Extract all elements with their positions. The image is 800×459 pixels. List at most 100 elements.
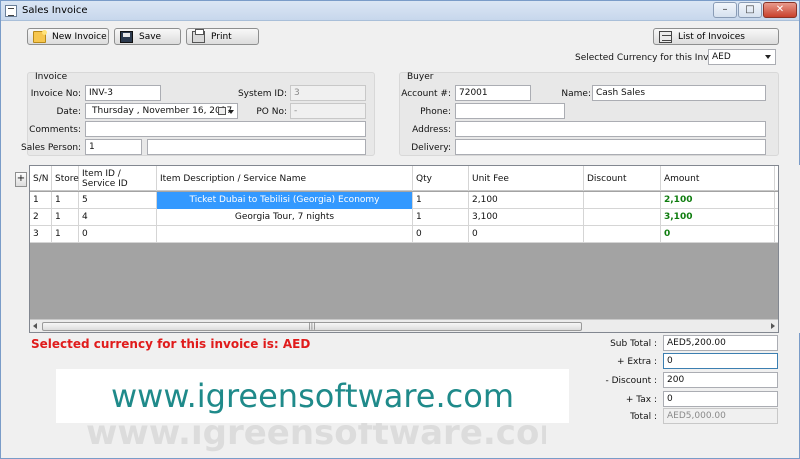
cell-amount: 0 <box>661 226 775 243</box>
currency-value: AED <box>712 52 731 62</box>
cell-item-id[interactable]: 5 <box>79 192 157 209</box>
cell-description[interactable] <box>157 226 413 243</box>
cell-sn[interactable]: 1 <box>30 192 52 209</box>
comments-label: Comments: <box>29 125 81 135</box>
cell-sn[interactable]: 3 <box>30 226 52 243</box>
cell-item-id[interactable]: 4 <box>79 209 157 226</box>
account-field[interactable]: 72001 <box>455 85 531 101</box>
chevron-down-icon <box>765 55 771 59</box>
column-header-unit-fee[interactable]: Unit Fee <box>469 166 584 191</box>
sales-invoice-window: Sales Invoice – □ ✕ New Invoice Save Pri… <box>0 0 800 459</box>
list-icon <box>659 30 672 43</box>
buyer-name-field[interactable]: Cash Sales <box>592 85 766 101</box>
horizontal-scrollbar[interactable]: ||| <box>30 319 778 332</box>
print-button[interactable]: Print <box>186 28 259 45</box>
grid-right-edge <box>781 165 800 333</box>
maximize-button[interactable]: □ <box>738 2 762 18</box>
watermark: www.igreensoftware.com <box>56 369 569 423</box>
invoice-no-field[interactable]: INV-3 <box>85 85 161 101</box>
items-grid[interactable]: S/N Store Item ID / Service ID Item Desc… <box>29 165 779 333</box>
scroll-left-icon[interactable] <box>33 323 37 329</box>
total-label: Total : <box>630 412 657 422</box>
cell-description[interactable]: Ticket Dubai to Tebilisi (Georgia) Econo… <box>157 192 413 209</box>
discount-label: - Discount : <box>605 376 657 386</box>
delivery-label: Delivery: <box>411 143 451 153</box>
cell-store[interactable]: 1 <box>52 209 79 226</box>
name-label: Name: <box>561 89 591 99</box>
add-row-button[interactable]: + <box>15 172 27 187</box>
currency-notice: Selected currency for this invoice is: A… <box>31 337 311 351</box>
cell-unit-fee[interactable]: 0 <box>469 226 584 243</box>
column-header-sn[interactable]: S/N <box>30 166 52 191</box>
cell-qty[interactable]: 1 <box>413 209 469 226</box>
window-title: Sales Invoice <box>22 5 88 16</box>
table-row[interactable]: 3 1 0 0 0 0 <box>30 226 778 243</box>
delivery-field[interactable] <box>455 139 766 155</box>
currency-label: Selected Currency for this Invoice: <box>575 53 731 63</box>
minimize-button[interactable]: – <box>713 2 737 18</box>
watermark-text: www.igreensoftware.com <box>111 377 514 415</box>
buyer-group-title: Buyer <box>407 72 434 82</box>
cell-description[interactable]: Georgia Tour, 7 nights <box>157 209 413 226</box>
tax-field[interactable]: 0 <box>663 391 778 407</box>
address-field[interactable] <box>455 121 766 137</box>
column-header-discount[interactable]: Discount <box>584 166 661 191</box>
sales-person-name-field[interactable] <box>147 139 366 155</box>
address-label: Address: <box>412 125 451 135</box>
discount-field[interactable]: 200 <box>663 372 778 388</box>
list-of-invoices-label: List of Invoices <box>678 31 745 42</box>
invoice-no-label: Invoice No: <box>30 89 81 99</box>
cell-unit-fee[interactable]: 3,100 <box>469 209 584 226</box>
system-id-field: 3 <box>290 85 366 101</box>
new-invoice-button[interactable]: New Invoice <box>27 28 109 45</box>
scrollbar-thumb[interactable]: ||| <box>42 322 582 331</box>
list-of-invoices-button[interactable]: List of Invoices <box>653 28 779 45</box>
close-button[interactable]: ✕ <box>763 2 797 18</box>
column-header-store[interactable]: Store <box>52 166 79 191</box>
scroll-right-icon[interactable] <box>771 323 775 329</box>
phone-field[interactable] <box>455 103 565 119</box>
cell-discount[interactable] <box>584 226 661 243</box>
print-label: Print <box>211 31 232 42</box>
cell-discount[interactable] <box>584 209 661 226</box>
column-header-item-id[interactable]: Item ID / Service ID <box>79 166 157 191</box>
save-button[interactable]: Save <box>114 28 181 45</box>
table-row[interactable]: 1 1 5 Ticket Dubai to Tebilisi (Georgia)… <box>30 192 778 209</box>
cell-unit-fee[interactable]: 2,100 <box>469 192 584 209</box>
date-picker[interactable]: Thursday , November 16, 2017 <box>85 103 238 119</box>
cell-qty[interactable]: 0 <box>413 226 469 243</box>
subtotal-field: AED5,200.00 <box>663 335 778 351</box>
po-no-field: - <box>290 103 366 119</box>
phone-label: Phone: <box>420 107 451 117</box>
currency-select[interactable]: AED <box>708 49 776 65</box>
title-bar: Sales Invoice – □ ✕ <box>1 1 799 21</box>
column-header-description[interactable]: Item Description / Service Name <box>157 166 413 191</box>
po-no-label: PO No: <box>256 107 287 117</box>
cell-sn[interactable]: 2 <box>30 209 52 226</box>
table-row[interactable]: 2 1 4 Georgia Tour, 7 nights 1 3,100 3,1… <box>30 209 778 226</box>
column-header-amount[interactable]: Amount <box>661 166 775 191</box>
extra-field[interactable]: 0 <box>663 353 778 369</box>
cell-amount: 2,100 <box>661 192 775 209</box>
new-invoice-icon <box>33 29 47 43</box>
total-field: AED5,000.00 <box>663 408 778 424</box>
cell-store[interactable]: 1 <box>52 192 79 209</box>
calendar-icon[interactable] <box>218 107 226 115</box>
comments-field[interactable] <box>85 121 366 137</box>
printer-icon <box>192 28 205 43</box>
cell-store[interactable]: 1 <box>52 226 79 243</box>
extra-label: + Extra : <box>616 357 657 367</box>
column-header-qty[interactable]: Qty <box>413 166 469 191</box>
cell-qty[interactable]: 1 <box>413 192 469 209</box>
cell-discount[interactable] <box>584 192 661 209</box>
new-invoice-label: New Invoice <box>52 31 107 42</box>
cell-item-id[interactable]: 0 <box>79 226 157 243</box>
subtotal-label: Sub Total : <box>610 339 657 349</box>
app-icon <box>5 5 17 17</box>
grid-header: S/N Store Item ID / Service ID Item Desc… <box>30 166 778 191</box>
system-id-label: System ID: <box>237 89 287 99</box>
sales-person-id-field[interactable]: 1 <box>85 139 142 155</box>
account-label: Account #: <box>401 89 451 99</box>
sales-person-label: Sales Person: <box>21 143 82 153</box>
invoice-group-title: Invoice <box>35 72 68 82</box>
